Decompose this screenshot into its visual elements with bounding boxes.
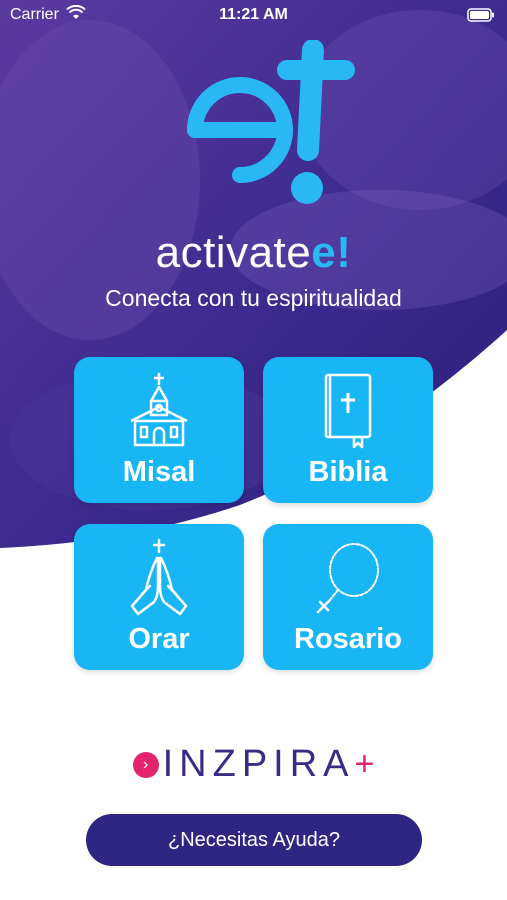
- battery-icon: [467, 8, 495, 27]
- arrow-circle-icon: ›: [132, 751, 159, 778]
- misal-button[interactable]: Misal: [74, 357, 244, 503]
- status-bar: Carrier 11:21 AM: [0, 0, 507, 30]
- rosary-icon: [308, 538, 388, 623]
- bible-icon: [320, 371, 376, 454]
- rosario-label: Rosario: [294, 623, 402, 655]
- biblia-button[interactable]: Biblia: [263, 357, 433, 503]
- brand-mark-text: e!: [311, 228, 352, 277]
- rosario-button[interactable]: Rosario: [263, 524, 433, 670]
- church-icon: [127, 371, 191, 452]
- activate-logo-icon: [175, 39, 365, 215]
- partner-suffix: +: [354, 745, 375, 783]
- brand-wordmark: activatee!: [0, 228, 507, 278]
- praying-hands-icon: [124, 538, 194, 623]
- status-time: 11:21 AM: [219, 6, 288, 23]
- partner-logo: › INZPIRA+: [0, 743, 507, 786]
- brand-wordmark-text: activate: [155, 228, 312, 277]
- orar-label: Orar: [128, 623, 190, 655]
- tagline: Conecta con tu espiritualidad: [105, 285, 402, 311]
- misal-label: Misal: [122, 456, 196, 488]
- help-button[interactable]: ¿Necesitas Ayuda?: [86, 814, 422, 866]
- partner-name: INZPIRA: [162, 743, 355, 785]
- biblia-label: Biblia: [308, 456, 388, 488]
- orar-button[interactable]: Orar: [74, 524, 244, 670]
